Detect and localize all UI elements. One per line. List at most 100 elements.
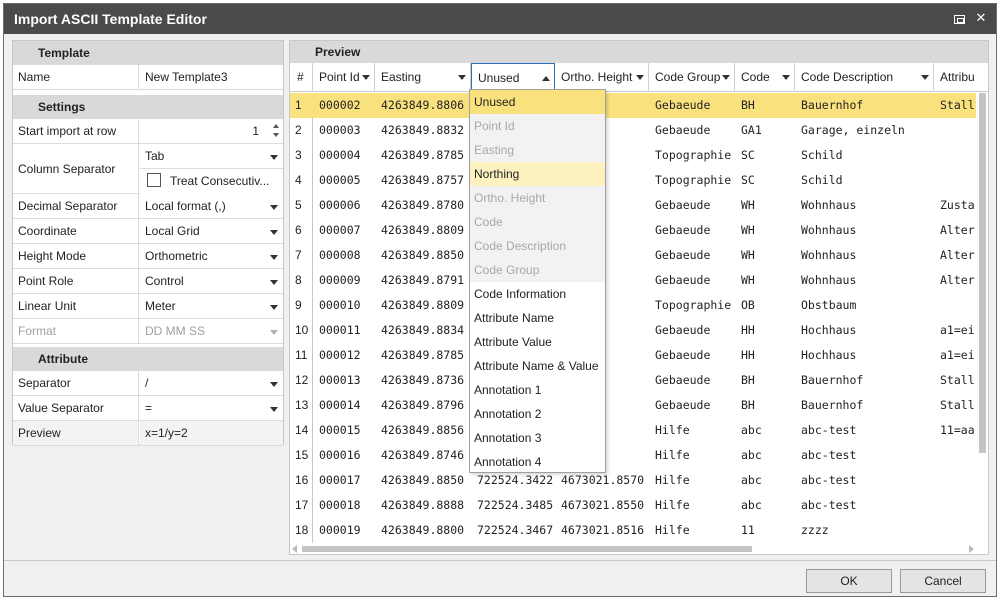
ok-button[interactable]: OK — [806, 569, 892, 593]
scroll-right-icon[interactable] — [969, 545, 974, 553]
table-cell: Hilfe — [655, 473, 690, 487]
height-mode-select[interactable]: Orthometric — [140, 244, 283, 268]
table-row[interactable]: 10000024263849.8806.8610GebaeudeBHBauern… — [290, 93, 976, 118]
table-row[interactable]: 20000034263849.8832.8597GebaeudeGA1Garag… — [290, 118, 976, 143]
chevron-down-icon[interactable] — [782, 75, 790, 80]
chevron-down-icon[interactable] — [921, 75, 929, 80]
table-row[interactable]: 80000094263849.8791.8528GebaeudeWHWohnha… — [290, 268, 976, 293]
table-cell: BH — [741, 98, 755, 112]
table-row[interactable]: 60000074263849.8809.8528GebaeudeWHWohnha… — [290, 218, 976, 243]
table-row[interactable]: 110000124263849.8785.8513GebaeudeHHHochh… — [290, 343, 976, 368]
dropdown-option: Code Group — [470, 258, 605, 282]
separator-select[interactable]: / — [140, 371, 283, 395]
chevron-down-icon[interactable] — [636, 75, 644, 80]
column-header[interactable]: Easting — [375, 63, 471, 92]
column-separator-select[interactable]: Tab — [140, 144, 283, 169]
point-role-select[interactable]: Control — [140, 269, 283, 293]
table-row[interactable]: 130000144263849.8796.8566GebaeudeBHBauer… — [290, 393, 976, 418]
table-row[interactable]: 40000054263849.8757.8535TopographieSCSch… — [290, 168, 976, 193]
chevron-down-icon — [270, 230, 278, 235]
horizontal-scroll-thumb[interactable] — [302, 546, 752, 552]
table-cell: abc — [741, 448, 762, 462]
stepper-down-icon[interactable] — [273, 133, 279, 137]
row-number: 9 — [295, 298, 302, 312]
name-input[interactable]: New Template3 — [140, 65, 283, 89]
table-cell: 000019 — [319, 523, 361, 537]
row-number: 16 — [295, 473, 309, 487]
dropdown-option: Code Description — [470, 234, 605, 258]
chevron-down-icon — [270, 155, 278, 160]
dropdown-option[interactable]: Attribute Value — [470, 330, 605, 354]
checkbox-icon[interactable] — [147, 173, 161, 187]
column-header-label: Code Group — [655, 70, 721, 84]
vertical-scrollbar[interactable] — [977, 93, 987, 543]
row-number: 4 — [295, 173, 302, 187]
table-cell: HH — [741, 348, 755, 362]
column-header[interactable]: Attribu — [934, 63, 988, 92]
dropdown-option[interactable]: Northing — [470, 162, 605, 186]
column-separator-label: Column Separator — [13, 144, 139, 193]
preview-section-header: Preview — [290, 41, 988, 63]
preview-panel: Preview # Point Id Easting Unused Ortho. Hei… — [289, 40, 989, 555]
table-row[interactable]: 16 000017 4263849.8850 722524.3422 4673021.8… — [290, 468, 976, 493]
decimal-separator-select[interactable]: Local format (,) — [140, 194, 283, 218]
dropdown-option[interactable]: Unused — [470, 90, 605, 114]
row-number: 6 — [295, 223, 302, 237]
chevron-down-icon[interactable] — [458, 75, 466, 80]
chevron-down-icon[interactable] — [362, 75, 370, 80]
row-number: 8 — [295, 273, 302, 287]
vertical-scroll-thumb[interactable] — [979, 93, 986, 453]
column-header[interactable]: Point Id — [313, 63, 375, 92]
column-header[interactable]: Unused — [471, 63, 555, 92]
treat-consecutive-checkbox[interactable]: Treat Consecutiv... — [140, 169, 283, 194]
table-row[interactable]: 100000114263849.8834.8625GebaeudeHHHochh… — [290, 318, 976, 343]
table-row[interactable]: 50000064263849.8780.8625GebaeudeWHWohnha… — [290, 193, 976, 218]
dropdown-option[interactable]: Annotation 1 — [470, 378, 605, 402]
column-header[interactable]: Code — [735, 63, 795, 92]
column-header[interactable]: Ortho. Height — [555, 63, 649, 92]
chevron-up-icon[interactable] — [542, 76, 550, 81]
column-header[interactable]: Code Description — [795, 63, 934, 92]
table-row[interactable]: 140000154263849.8856.8608Hilfeabcabc-tes… — [290, 418, 976, 443]
table-row[interactable]: 120000134263849.8736.8591GebaeudeBHBauer… — [290, 368, 976, 393]
table-cell: HH — [741, 323, 755, 337]
close-icon[interactable]: ✕ — [972, 9, 990, 27]
chevron-down-icon — [270, 255, 278, 260]
start-row-stepper[interactable]: 1 — [140, 119, 283, 143]
dropdown-option[interactable]: Attribute Name & Value — [470, 354, 605, 378]
linear-unit-select[interactable]: Meter — [140, 294, 283, 318]
table-cell: 4263849.8850 — [381, 248, 465, 262]
coordinate-select[interactable]: Local Grid — [140, 219, 283, 243]
dropdown-option[interactable]: Annotation 2 — [470, 402, 605, 426]
table-cell: Hochhaus — [801, 348, 857, 362]
table-row[interactable]: 18 000019 4263849.8800 722524.3467 4673021.8… — [290, 518, 976, 543]
column-separator-value: Tab — [145, 149, 165, 163]
table-row[interactable]: 70000084263849.8850.8614GebaeudeWHWohnha… — [290, 243, 976, 268]
restore-icon[interactable] — [950, 9, 968, 27]
scroll-left-icon[interactable] — [292, 545, 297, 553]
table-row[interactable]: 90000104263849.8809.8623TopographieOBObs… — [290, 293, 976, 318]
horizontal-scrollbar[interactable] — [290, 543, 988, 554]
chevron-down-icon — [270, 382, 278, 387]
stepper-up-icon[interactable] — [273, 124, 279, 128]
attribute-preview-value: x=1/y=2 — [140, 421, 283, 445]
table-row[interactable]: 30000044263849.8785.8612TopographieSCSch… — [290, 143, 976, 168]
dropdown-option[interactable]: Attribute Name — [470, 306, 605, 330]
table-cell: Wohnhaus — [801, 223, 857, 237]
row-number: 13 — [295, 398, 309, 412]
table-cell: 4673021.8550 — [561, 498, 645, 512]
table-row[interactable]: 17 000018 4263849.8888 722524.3485 4673021.8… — [290, 493, 976, 518]
column-type-dropdown[interactable]: Unused Point Id Easting Northing Ortho. Heig… — [469, 89, 606, 473]
chevron-down-icon[interactable] — [722, 75, 730, 80]
table-cell: 4263849.8796 — [381, 398, 465, 412]
column-header[interactable]: Code Group — [649, 63, 735, 92]
format-row: Format DD MM SS — [13, 319, 283, 344]
table-cell: Gebaeude — [655, 348, 711, 362]
dropdown-option[interactable]: Code Information — [470, 282, 605, 306]
dropdown-option[interactable]: Annotation 3 — [470, 426, 605, 450]
dropdown-option[interactable]: Annotation 4 — [470, 450, 605, 474]
value-separator-select[interactable]: = — [140, 396, 283, 420]
point-role-label: Point Role — [13, 269, 139, 293]
cancel-button[interactable]: Cancel — [900, 569, 986, 593]
table-row[interactable]: 150000164263849.8746.8593Hilfeabcabc-tes… — [290, 443, 976, 468]
